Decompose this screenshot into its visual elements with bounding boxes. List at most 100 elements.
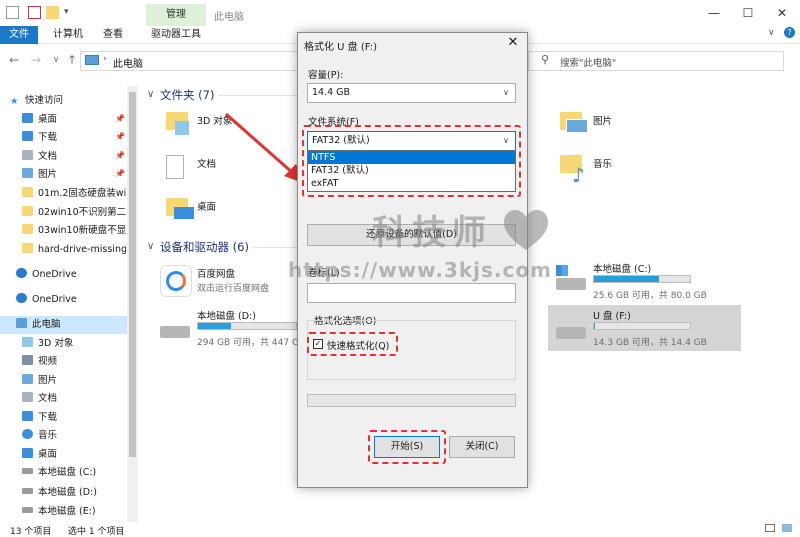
sidebar-item-desktop-pc[interactable]: 桌面 bbox=[22, 446, 140, 464]
close-icon[interactable]: ✕ bbox=[768, 4, 796, 22]
sidebar-item-folder[interactable]: 01m.2固态硬盘装wir bbox=[22, 185, 126, 203]
sidebar-item-music[interactable]: 音乐 bbox=[22, 427, 140, 445]
drive-d-label[interactable]: 本地磁盘 (D:) bbox=[197, 308, 256, 322]
pin-icon[interactable]: 📌 bbox=[115, 114, 125, 123]
manage-context-tab[interactable]: 管理 bbox=[146, 4, 206, 26]
watermark-url: https://www.3kjs.com bbox=[288, 258, 552, 282]
cube-icon bbox=[175, 121, 189, 135]
video-icon bbox=[22, 355, 33, 365]
forward-icon[interactable]: → bbox=[28, 52, 44, 68]
pin-icon[interactable]: 📌 bbox=[115, 132, 125, 141]
sidebar-item-folder[interactable]: hard-drive-missing bbox=[22, 241, 126, 259]
folder-icon bbox=[22, 206, 33, 216]
breadcrumb-chevron-icon[interactable]: › bbox=[103, 54, 107, 64]
section-divider bbox=[252, 247, 297, 248]
baidu-label[interactable]: 百度网盘 bbox=[197, 266, 235, 280]
computer-icon bbox=[16, 318, 27, 328]
pin-icon[interactable]: 📌 bbox=[115, 169, 125, 178]
collapse-chevron-icon[interactable]: ∨ bbox=[147, 241, 154, 252]
download-icon bbox=[22, 131, 33, 141]
folder-icon bbox=[22, 187, 33, 197]
folder-label-desktop[interactable]: 桌面 bbox=[197, 199, 216, 213]
picture-icon bbox=[22, 374, 33, 384]
arrow-shaft bbox=[225, 112, 295, 176]
capacity-label: 容量(P): bbox=[308, 70, 344, 81]
document-icon bbox=[22, 392, 33, 402]
folder-label-music[interactable]: 音乐 bbox=[593, 156, 612, 170]
maximize-icon[interactable]: ☐ bbox=[734, 4, 762, 22]
drive-c-icon[interactable] bbox=[556, 278, 586, 290]
sidebar-item-downloads-pc[interactable]: 下载 bbox=[22, 409, 140, 427]
drive-u-label[interactable]: U 盘 (F:) bbox=[593, 308, 631, 322]
highlight-quick-format bbox=[307, 332, 398, 356]
sidebar-item-this-pc[interactable]: 此电脑 bbox=[0, 316, 127, 334]
sidebar-item-folder[interactable]: 02win10不识别第二块 bbox=[22, 204, 126, 222]
new-folder-icon[interactable] bbox=[46, 6, 59, 19]
sidebar-item-pictures-pc[interactable]: 图片 bbox=[22, 372, 140, 390]
drive-c-label[interactable]: 本地磁盘 (C:) bbox=[593, 261, 651, 275]
tab-view[interactable]: 查看 bbox=[96, 26, 130, 44]
drive-c-sub: 25.6 GB 可用，共 80.0 GB bbox=[593, 291, 707, 301]
sidebar-item-quick-access[interactable]: ★ 快速访问 bbox=[10, 92, 128, 110]
sidebar-item-3d-objects[interactable]: 3D 对象 bbox=[22, 335, 140, 353]
music-icon: ♪ bbox=[572, 163, 585, 187]
up-icon[interactable]: ↑ bbox=[64, 52, 80, 68]
highlight-filesystem bbox=[302, 125, 521, 197]
properties-icon[interactable] bbox=[28, 6, 41, 19]
pin-icon[interactable]: 📌 bbox=[115, 151, 125, 160]
download-icon bbox=[22, 411, 33, 421]
picture-icon bbox=[22, 168, 33, 178]
desktop-icon bbox=[22, 448, 33, 458]
folders-header[interactable]: 文件夹 (7) bbox=[160, 87, 214, 103]
drive-d-icon[interactable] bbox=[160, 326, 190, 338]
drive-u-usage-fill bbox=[594, 323, 595, 329]
sidebar-scroll-thumb[interactable] bbox=[129, 92, 136, 457]
folder-label-documents[interactable]: 文档 bbox=[197, 156, 216, 170]
recent-dropdown-icon[interactable]: ∨ bbox=[48, 52, 64, 68]
minimize-icon[interactable]: — bbox=[700, 4, 728, 22]
help-icon[interactable]: ? bbox=[784, 27, 795, 38]
back-icon[interactable]: ← bbox=[6, 52, 22, 68]
sidebar-item-documents-pc[interactable]: 文档 bbox=[22, 390, 140, 408]
sidebar-item-videos[interactable]: 视频 bbox=[22, 353, 140, 371]
desktop-icon bbox=[22, 113, 33, 123]
dialog-title: 格式化 U 盘 (F:) bbox=[304, 42, 378, 53]
sidebar-item-onedrive[interactable]: OneDrive bbox=[16, 266, 134, 284]
sidebar-item-onedrive-2[interactable]: OneDrive bbox=[16, 291, 134, 309]
capacity-select[interactable]: 14.4 GB ∨ bbox=[307, 83, 516, 103]
drive-d-sub: 294 GB 可用，共 447 G bbox=[197, 338, 297, 348]
dialog-close-icon[interactable]: ✕ bbox=[503, 34, 523, 52]
drive-c-usage-fill bbox=[594, 276, 660, 282]
drives-header[interactable]: 设备和驱动器 (6) bbox=[160, 239, 249, 255]
folder-label-pictures[interactable]: 图片 bbox=[593, 113, 612, 127]
drive-u-usage-bar bbox=[593, 322, 691, 330]
baidu-logo-icon bbox=[166, 271, 186, 291]
expand-ribbon-icon[interactable]: ∨ bbox=[768, 28, 775, 38]
drive-icon bbox=[22, 468, 33, 474]
volume-label-input[interactable] bbox=[307, 283, 516, 303]
search-placeholder: 搜索"此电脑" bbox=[560, 58, 617, 69]
title-bar bbox=[0, 0, 800, 26]
qat-dropdown-icon[interactable]: ▾ bbox=[64, 7, 69, 17]
details-view-icon[interactable] bbox=[765, 524, 775, 532]
watermark-heart-icon bbox=[504, 210, 548, 250]
breadcrumb[interactable]: 此电脑 bbox=[113, 55, 143, 70]
collapse-chevron-icon[interactable]: ∨ bbox=[147, 89, 154, 100]
sidebar-item-drive-c[interactable]: 本地磁盘 (C:) bbox=[22, 464, 140, 482]
drive-u-icon[interactable] bbox=[556, 327, 586, 339]
close-button[interactable]: 关闭(C) bbox=[449, 436, 515, 458]
sidebar-item-drive-d[interactable]: 本地磁盘 (D:) bbox=[22, 484, 140, 502]
tab-computer[interactable]: 计算机 bbox=[48, 26, 88, 44]
status-selected: 选中 1 个项目 bbox=[68, 527, 125, 537]
drive-icon bbox=[22, 507, 33, 513]
sidebar-item-folder[interactable]: 03win10新硬盘不显示 bbox=[22, 222, 126, 240]
cloud-icon bbox=[16, 268, 27, 278]
tiles-view-icon[interactable] bbox=[782, 524, 792, 532]
document-icon bbox=[22, 150, 33, 160]
document-icon[interactable] bbox=[166, 155, 184, 179]
drive-icon bbox=[22, 488, 33, 494]
tab-drive-tools[interactable]: 驱动器工具 bbox=[146, 26, 206, 44]
tab-file[interactable]: 文件 bbox=[0, 26, 38, 44]
cloud-icon bbox=[16, 293, 27, 303]
sidebar-item-drive-e[interactable]: 本地磁盘 (E:) bbox=[22, 503, 140, 521]
